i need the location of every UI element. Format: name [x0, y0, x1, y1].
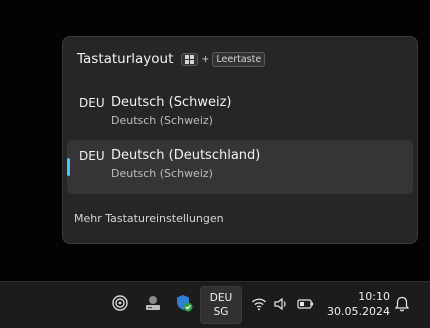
more-keyboard-settings-link[interactable]: Mehr Tastatureinstellungen [74, 212, 224, 225]
quick-settings-button[interactable] [247, 290, 321, 320]
language-code: DEU [209, 292, 233, 304]
taskbar: DEU SG 10:10 30.05.2024 [0, 281, 430, 328]
layout-code: DEU [79, 96, 105, 110]
clock-date: 30.05.2024 [327, 305, 390, 318]
windows-security-icon[interactable] [174, 293, 194, 313]
selection-indicator [67, 158, 70, 176]
shortcut-plus: + [201, 53, 210, 65]
clock[interactable]: 10:10 30.05.2024 [326, 289, 390, 319]
layout-item-deutsch-deutschland[interactable]: DEU Deutsch (Deutschland) Deutsch (Schwe… [67, 140, 413, 194]
windows-logo-icon [181, 52, 199, 66]
flyout-title: Tastaturlayout [77, 51, 174, 67]
layout-code: DEU [79, 149, 105, 163]
flyout-header: Tastaturlayout + Leertaste [77, 49, 266, 69]
layout-name: Deutsch (Deutschland) [111, 148, 261, 163]
wifi-icon [251, 296, 267, 316]
layout-name: Deutsch (Schweiz) [111, 95, 232, 110]
input-language-button[interactable]: DEU SG [200, 286, 242, 324]
speaker-icon [273, 296, 289, 316]
network-drive-icon[interactable] [143, 293, 163, 313]
keyboard-layout-flyout: Tastaturlayout + Leertaste DEU Deutsch (… [62, 36, 418, 244]
copilot-icon[interactable] [110, 293, 130, 313]
battery-icon [297, 296, 315, 316]
shortcut-hint: + Leertaste [181, 51, 266, 67]
clock-time: 10:10 [358, 290, 390, 303]
layout-item-deutsch-schweiz[interactable]: DEU Deutsch (Schweiz) Deutsch (Schweiz) [67, 87, 413, 141]
layout-keyboard: Deutsch (Schweiz) [111, 167, 213, 180]
layout-keyboard: Deutsch (Schweiz) [111, 114, 213, 127]
keyboard-code: SG [213, 306, 229, 318]
space-key-label: Leertaste [212, 51, 266, 67]
bell-icon[interactable] [393, 295, 411, 313]
